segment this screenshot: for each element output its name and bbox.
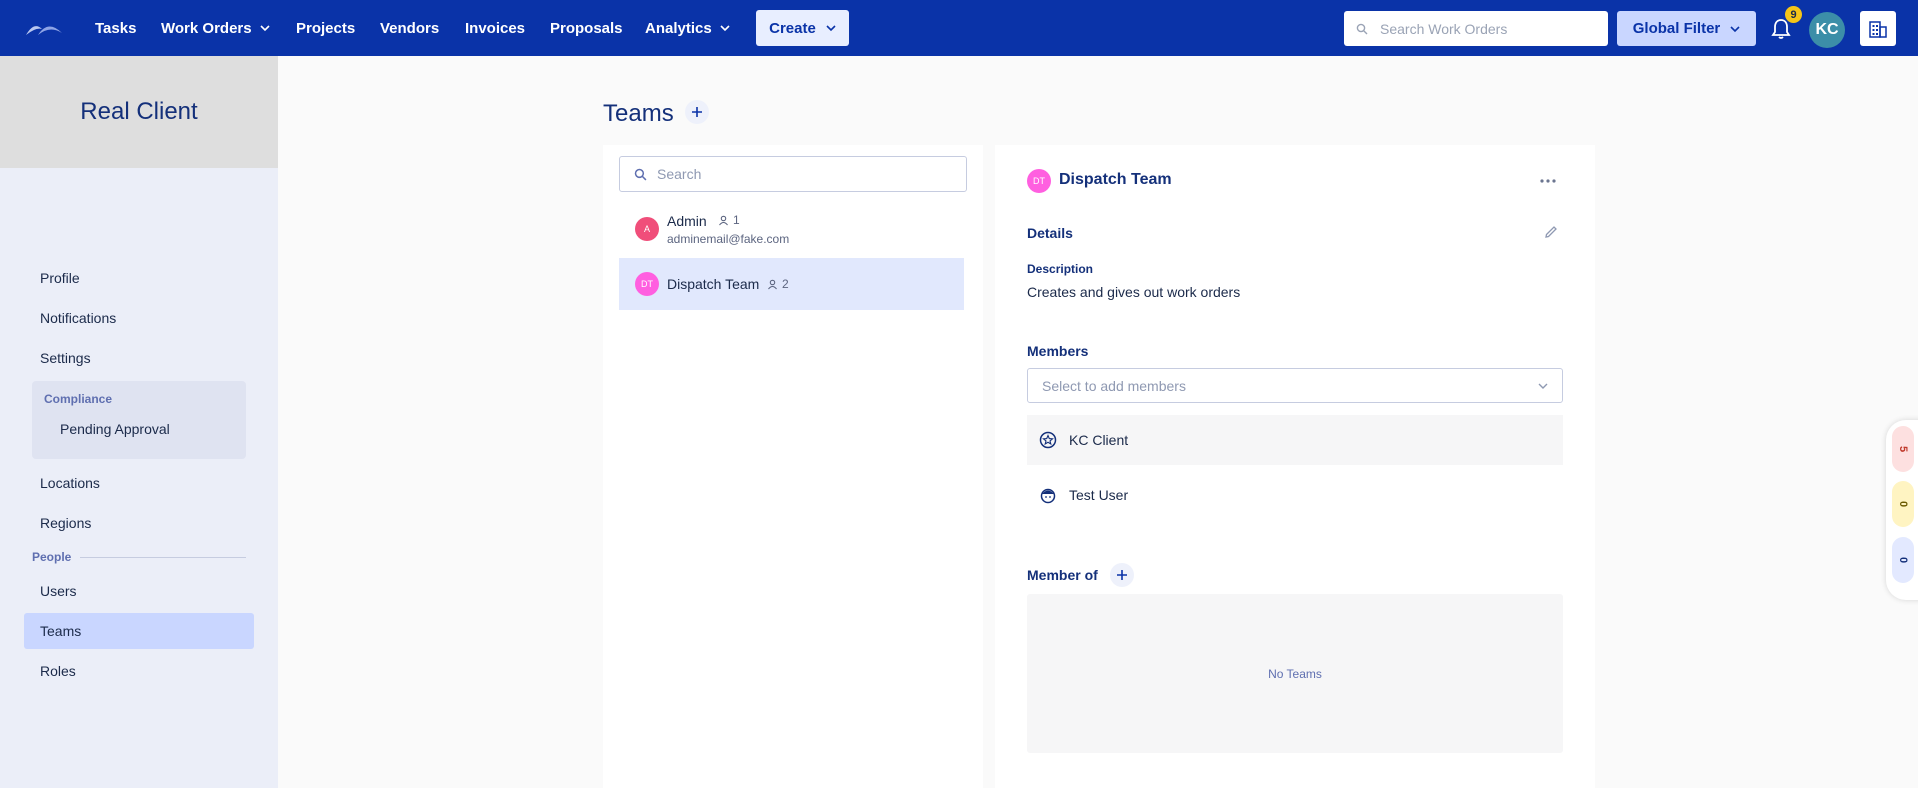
status-counter-red[interactable]: 5 bbox=[1892, 426, 1914, 472]
chevron-down-icon bbox=[260, 25, 270, 32]
member-name: KC Client bbox=[1069, 432, 1129, 448]
sidebar-item-pending-approval[interactable]: Pending Approval bbox=[60, 421, 170, 437]
member-row[interactable]: Test User bbox=[1027, 470, 1563, 520]
status-counter-yellow[interactable]: 0 bbox=[1892, 481, 1914, 527]
members-heading: Members bbox=[1027, 343, 1089, 359]
description-label: Description bbox=[1027, 262, 1094, 276]
nav-work-orders[interactable]: Work Orders bbox=[161, 0, 270, 56]
nav-invoices[interactable]: Invoices bbox=[465, 0, 525, 56]
more-options-button[interactable] bbox=[1536, 172, 1560, 190]
star-badge-icon bbox=[1039, 431, 1057, 449]
member-name: Test User bbox=[1069, 487, 1129, 503]
building-icon bbox=[1869, 20, 1887, 38]
sidebar-item-regions[interactable]: Regions bbox=[40, 515, 91, 531]
person-icon bbox=[719, 215, 728, 225]
work-order-search bbox=[1344, 11, 1608, 46]
plus-icon bbox=[1117, 570, 1127, 580]
page-title: Teams bbox=[603, 100, 674, 127]
sidebar-item-settings[interactable]: Settings bbox=[40, 350, 91, 366]
team-member-count: 1 bbox=[718, 213, 740, 227]
team-search bbox=[619, 156, 967, 192]
member-of-heading: Member of bbox=[1027, 567, 1098, 583]
organization-button[interactable] bbox=[1860, 11, 1896, 46]
team-avatar: A bbox=[635, 217, 659, 241]
details-heading: Details bbox=[1027, 225, 1073, 241]
chevron-down-icon bbox=[1538, 383, 1548, 389]
create-button[interactable]: Create bbox=[756, 10, 849, 46]
no-teams-text: No Teams bbox=[1268, 666, 1322, 681]
member-of-empty-state: No Teams bbox=[1027, 594, 1563, 753]
chevron-down-icon bbox=[826, 25, 836, 32]
brand-logo-icon[interactable] bbox=[24, 17, 64, 39]
team-avatar: DT bbox=[635, 272, 659, 296]
people-section-label: People bbox=[32, 550, 72, 564]
team-search-input[interactable] bbox=[657, 166, 947, 182]
sidebar-item-profile[interactable]: Profile bbox=[40, 270, 80, 286]
pencil-edit-icon[interactable] bbox=[1543, 224, 1559, 240]
sidebar-item-roles[interactable]: Roles bbox=[40, 663, 76, 679]
compliance-label: Compliance bbox=[44, 392, 113, 406]
user-avatar[interactable]: KC bbox=[1809, 12, 1845, 48]
notification-count-badge: 9 bbox=[1785, 6, 1802, 23]
status-counter-blue[interactable]: 0 bbox=[1892, 537, 1914, 583]
client-name-banner: Real Client bbox=[0, 56, 278, 168]
nav-vendors[interactable]: Vendors bbox=[380, 0, 439, 56]
global-filter-button[interactable]: Global Filter bbox=[1617, 11, 1756, 46]
nav-proposals[interactable]: Proposals bbox=[550, 0, 623, 56]
team-list-item-selected[interactable]: DT Dispatch Team 2 bbox=[619, 258, 964, 310]
team-list-item[interactable]: A Admin 1 adminemail@fake.com bbox=[619, 202, 964, 254]
nav-analytics[interactable]: Analytics bbox=[645, 0, 730, 56]
ellipsis-icon bbox=[1540, 179, 1556, 183]
top-navigation-bar: Tasks Work Orders Projects Vendors Invoi… bbox=[0, 0, 1918, 56]
sidebar-item-notifications[interactable]: Notifications bbox=[40, 310, 116, 326]
search-icon bbox=[1356, 23, 1368, 34]
add-member-of-button[interactable] bbox=[1110, 563, 1134, 587]
detail-team-avatar: DT bbox=[1027, 169, 1051, 193]
search-icon bbox=[634, 168, 647, 180]
detail-team-name: Dispatch Team bbox=[1059, 171, 1172, 188]
team-name: Admin bbox=[667, 213, 707, 229]
member-row[interactable]: KC Client bbox=[1027, 415, 1563, 465]
plus-icon bbox=[692, 107, 702, 117]
section-divider bbox=[80, 557, 246, 558]
sidebar-item-users[interactable]: Users bbox=[40, 583, 77, 599]
add-members-select[interactable]: Select to add members bbox=[1027, 368, 1563, 403]
team-name: Dispatch Team bbox=[667, 276, 760, 292]
chevron-down-icon bbox=[1730, 25, 1740, 32]
sidebar-item-locations[interactable]: Locations bbox=[40, 475, 100, 491]
nav-projects[interactable]: Projects bbox=[296, 0, 355, 56]
person-icon bbox=[768, 279, 777, 289]
team-email: adminemail@fake.com bbox=[667, 232, 790, 246]
nav-tasks[interactable]: Tasks bbox=[95, 0, 136, 56]
work-order-search-input[interactable] bbox=[1380, 20, 1590, 37]
chevron-down-icon bbox=[720, 25, 730, 32]
add-team-button[interactable] bbox=[685, 100, 709, 124]
hardhat-user-icon bbox=[1040, 488, 1056, 504]
team-member-count: 2 bbox=[767, 277, 789, 291]
sidebar-item-teams[interactable]: Teams bbox=[40, 623, 81, 639]
description-text: Creates and gives out work orders bbox=[1027, 284, 1241, 300]
